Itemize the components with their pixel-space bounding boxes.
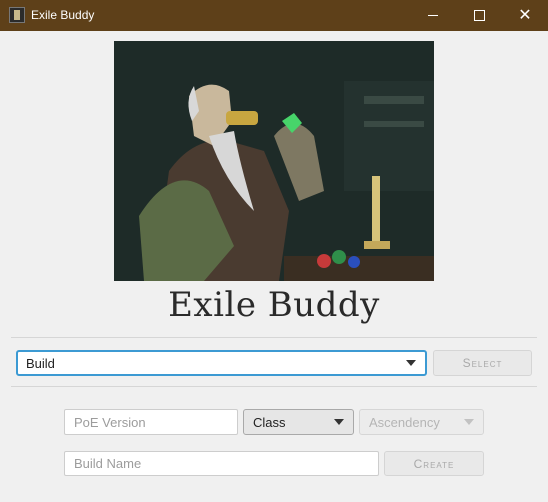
create-button[interactable]: Create	[384, 451, 484, 476]
app-icon	[9, 7, 25, 23]
class-select-value: Class	[253, 414, 286, 430]
app-heading: Exile Buddy	[168, 285, 380, 325]
chevron-down-icon	[406, 360, 416, 366]
minimize-icon	[428, 15, 438, 16]
chevron-down-icon	[334, 419, 344, 425]
title-bar[interactable]: Exile Buddy ✕	[0, 0, 548, 31]
minimize-button[interactable]	[410, 0, 456, 31]
divider	[11, 337, 537, 338]
close-icon: ✕	[518, 6, 532, 24]
build-select[interactable]: Build	[16, 350, 427, 376]
class-select[interactable]: Class	[243, 409, 354, 435]
maximize-icon	[473, 10, 485, 21]
chevron-down-icon	[464, 419, 474, 425]
poe-version-input[interactable]: PoE Version	[64, 409, 238, 435]
maximize-button[interactable]	[456, 0, 502, 31]
close-button[interactable]: ✕	[502, 0, 548, 31]
select-button[interactable]: Select	[433, 350, 532, 376]
build-name-input[interactable]: Build Name	[64, 451, 379, 476]
app-window: Exile Buddy ✕ Exile Buddy Build Select P…	[0, 0, 548, 502]
divider	[11, 386, 537, 387]
build-select-value: Build	[26, 355, 55, 371]
ascendency-select-value: Ascendency	[369, 414, 440, 430]
hero-illustration	[114, 41, 434, 281]
ascendency-select[interactable]: Ascendency	[359, 409, 484, 435]
window-title: Exile Buddy	[31, 8, 95, 22]
